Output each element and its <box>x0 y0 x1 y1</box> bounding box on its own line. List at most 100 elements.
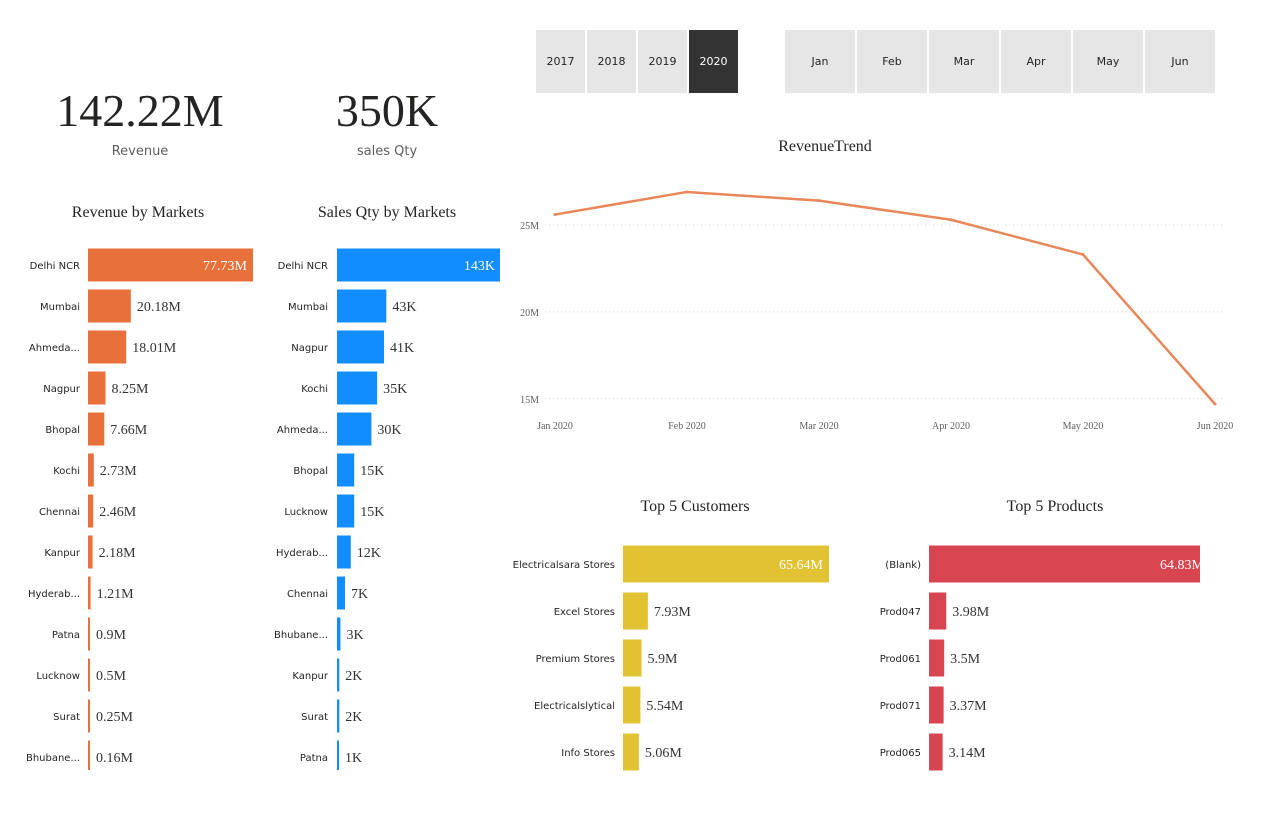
category-label-prod061: Prod061 <box>880 654 921 665</box>
data-label-nagpur: 8.25M <box>112 382 150 397</box>
category-label-bhopal: Bhopal <box>45 425 80 436</box>
data-label-kanpur: 2K <box>345 669 362 684</box>
trend-point-mar-2020 <box>817 199 821 203</box>
data-label-surat: 0.25M <box>96 710 134 725</box>
data-label-bhubane: 3K <box>346 628 363 643</box>
bar-surat <box>88 699 90 733</box>
data-label-info-stores: 5.06M <box>645 746 683 761</box>
data-label-prod047: 3.98M <box>952 605 990 620</box>
x-tick-apr-2020: Apr 2020 <box>932 421 970 432</box>
category-label-mumbai: Mumbai <box>40 302 80 313</box>
qty-kpi-value: 350K <box>335 85 439 136</box>
data-label-premium-stores: 5.9M <box>648 652 679 667</box>
data-label-electricalslytical: 5.54M <box>646 699 684 714</box>
revenue-kpi-card: 142.22M Revenue <box>40 88 240 160</box>
bar-prod071 <box>929 686 944 724</box>
year-button-2018[interactable]: 2018 <box>587 30 636 93</box>
category-label-lucknow: Lucknow <box>36 671 80 682</box>
bar-excel-stores <box>623 592 648 630</box>
category-label-blank: (Blank) <box>885 560 921 571</box>
month-button-jun[interactable]: Jun <box>1145 30 1215 93</box>
bar-kochi <box>337 371 378 405</box>
bar-patna <box>337 740 339 770</box>
data-label-excel-stores: 7.93M <box>654 605 692 620</box>
year-button-2017[interactable]: 2017 <box>536 30 585 93</box>
data-label-patna: 1K <box>345 751 362 766</box>
category-label-mumbai: Mumbai <box>288 302 328 313</box>
data-label-ahmeda: 18.01M <box>132 341 177 356</box>
x-tick-feb-2020: Feb 2020 <box>668 421 706 432</box>
bar-ahmeda <box>88 330 127 364</box>
month-button-mar[interactable]: Mar <box>929 30 999 93</box>
top-products-title: Top 5 Products <box>1006 498 1104 515</box>
trend-point-apr-2020 <box>949 218 953 222</box>
category-label-ahmeda: Ahmeda... <box>277 425 328 436</box>
data-label-surat: 2K <box>345 710 362 725</box>
qty-by-markets-title: Sales Qty by Markets <box>317 204 457 221</box>
month-button-feb[interactable]: Feb <box>857 30 927 93</box>
data-label-prod065: 3.14M <box>949 746 987 761</box>
revenue-trend-title: RevenueTrend <box>778 138 872 155</box>
category-label-electricalslytical: Electricalslytical <box>534 701 615 712</box>
category-label-prod065: Prod065 <box>880 748 921 759</box>
month-button-may[interactable]: May <box>1073 30 1143 93</box>
category-label-electricalsara-stores: Electricalsara Stores <box>513 560 615 571</box>
revenue-trend-line <box>554 190 1216 405</box>
month-button-jan[interactable]: Jan <box>785 30 855 93</box>
category-label-ahmeda: Ahmeda... <box>29 343 80 354</box>
category-label-premium-stores: Premium Stores <box>536 654 615 665</box>
bar-bhubane <box>337 617 341 651</box>
y-tick-25m: 25M <box>520 221 539 232</box>
data-label-prod071: 3.37M <box>950 699 987 714</box>
y-tick-20m: 20M <box>520 308 539 319</box>
category-label-chennai: Chennai <box>287 589 328 600</box>
data-label-kanpur: 2.18M <box>99 546 137 561</box>
qty-kpi-label: sales Qty <box>356 144 418 159</box>
bar-bhopal <box>88 412 105 446</box>
category-label-delhi-ncr: Delhi NCR <box>278 261 328 272</box>
data-label-hyderab: 1.21M <box>97 587 135 602</box>
bar-chennai <box>88 494 94 528</box>
bar-prod047 <box>929 592 947 630</box>
data-label-bhubane: 0.16M <box>96 751 134 766</box>
x-tick-mar-2020: Mar 2020 <box>799 421 838 432</box>
trend-point-jan-2020 <box>553 213 557 217</box>
bar-mumbai <box>337 289 387 323</box>
data-label-ahmeda: 30K <box>377 423 401 438</box>
category-label-surat: Surat <box>53 712 80 723</box>
trend-point-jun-2020 <box>1213 402 1217 406</box>
x-tick-jan-2020: Jan 2020 <box>537 421 573 432</box>
x-tick-may-2020: May 2020 <box>1063 421 1104 432</box>
trend-point-may-2020 <box>1081 253 1085 257</box>
top-customers-chart: Electricalsara Stores 65.64M Excel Stores 7… <box>513 545 829 771</box>
bar-prod061 <box>929 639 945 677</box>
bar-kanpur <box>88 535 93 569</box>
category-label-kochi: Kochi <box>53 466 80 477</box>
year-button-2020[interactable]: 2020 <box>689 30 738 93</box>
data-label-delhi-ncr: 77.73M <box>203 259 248 274</box>
data-label-chennai: 7K <box>351 587 368 602</box>
category-label-excel-stores: Excel Stores <box>554 607 615 618</box>
revenue-by-markets-chart: Delhi NCR 77.73M Mumbai 20.18M Ahmeda... 18.0… <box>26 248 253 770</box>
data-label-hyderab: 12K <box>357 546 381 561</box>
category-label-bhubane: Bhubane... <box>274 630 328 641</box>
data-label-mumbai: 20.18M <box>137 300 182 315</box>
data-label-delhi-ncr: 143K <box>464 259 495 274</box>
bar-kanpur <box>337 658 340 692</box>
month-button-apr[interactable]: Apr <box>1001 30 1071 93</box>
category-label-patna: Patna <box>300 753 328 764</box>
bar-electricalslytical <box>623 686 641 724</box>
year-slicer: 2017 2018 2019 2020 <box>536 30 738 93</box>
bar-hyderab <box>337 535 351 569</box>
bar-prod065 <box>929 733 943 771</box>
data-label-bhopal: 15K <box>360 464 384 479</box>
category-label-prod047: Prod047 <box>880 607 921 618</box>
revenue-trend-chart: 15M 20M 25M Jan 2020 Feb 2020 Mar 2020 Apr 202… <box>520 190 1233 432</box>
data-label-prod061: 3.5M <box>950 652 980 667</box>
category-label-info-stores: Info Stores <box>561 748 615 759</box>
category-label-hyderab: Hyderab... <box>28 589 80 600</box>
year-button-2019[interactable]: 2019 <box>638 30 687 93</box>
bar-kochi <box>88 453 94 487</box>
data-label-mumbai: 43K <box>392 300 416 315</box>
data-label-lucknow: 0.5M <box>96 669 127 684</box>
